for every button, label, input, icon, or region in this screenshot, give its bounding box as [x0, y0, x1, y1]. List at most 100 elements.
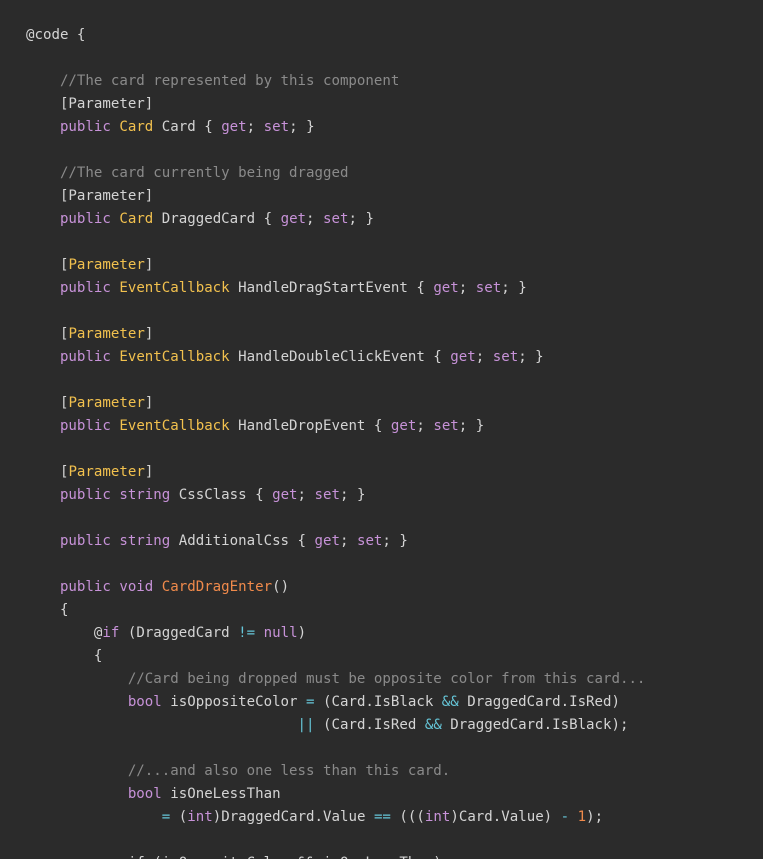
code-line: public EventCallback HandleDoubleClickEv…: [26, 346, 645, 369]
code-token-plain: ; }: [382, 533, 408, 549]
code-token-plain: )Card.Value): [450, 809, 561, 825]
code-token-plain: ; }: [289, 119, 315, 135]
code-token-plain: ]: [144, 257, 154, 273]
code-token-plain: isOneLessThan: [161, 786, 281, 802]
code-token-operator: =: [161, 809, 171, 825]
code-token-keyword: public: [26, 280, 120, 296]
code-line: = (int)DraggedCard.Value == (((int)Card.…: [26, 806, 645, 829]
code-token-keyword: set: [492, 349, 519, 365]
code-token-plain: [Parameter]: [26, 96, 154, 112]
code-token-keyword: public: [26, 211, 120, 227]
code-token-plain: @code {: [26, 27, 86, 43]
code-token-plain: HandleDragStartEvent {: [229, 280, 434, 296]
code-block: @code { //The card represented by this c…: [26, 24, 645, 859]
code-token-plain: DraggedCard.IsRed): [458, 694, 620, 710]
code-token-plain: (Card.IsRed: [314, 717, 425, 733]
code-token-operator: =: [306, 694, 315, 710]
code-token-attribute: Parameter: [68, 326, 145, 342]
code-line: //The card currently being dragged: [26, 162, 645, 185]
code-line: public EventCallback HandleDragStartEven…: [26, 277, 645, 300]
code-token-plain: DraggedCard.IsBlack);: [441, 717, 629, 733]
code-line: [Parameter]: [26, 254, 645, 277]
code-token-method: CardDragEnter: [161, 579, 273, 595]
code-line: @code {: [26, 24, 645, 47]
code-token-type: Card: [119, 119, 154, 135]
code-token-attribute: Parameter: [68, 464, 145, 480]
code-token-plain: ]: [144, 395, 154, 411]
code-token-plain: Card {: [153, 119, 222, 135]
code-token-keyword: bool: [26, 694, 162, 710]
code-token-plain: [Parameter]: [26, 188, 154, 204]
code-token-plain: [: [26, 395, 69, 411]
code-token-keyword: null: [263, 625, 298, 641]
code-token-operator: ||: [297, 717, 315, 733]
code-line: [Parameter]: [26, 185, 645, 208]
code-token-keyword: get: [314, 533, 340, 549]
code-token-plain: DraggedCard {: [153, 211, 281, 227]
code-token-operator: -: [560, 809, 570, 825]
code-token-keyword: int: [424, 809, 451, 825]
code-token-plain: [: [26, 326, 69, 342]
code-token-plain: ; }: [458, 418, 485, 434]
code-token-type: EventCallback: [119, 349, 230, 365]
code-token-operator: &&: [441, 694, 459, 710]
code-token-operator: &&: [424, 717, 442, 733]
code-token-plain: [: [26, 464, 69, 480]
code-token-comment: //The card represented by this component: [26, 73, 400, 89]
code-token-plain: ; }: [340, 487, 366, 503]
code-token-plain: (Card.IsBlack: [314, 694, 442, 710]
code-token-plain: ]: [144, 464, 154, 480]
code-token-plain: ;: [339, 533, 357, 549]
code-token-plain: isOppositeColor: [161, 694, 307, 710]
code-token-keyword: set: [263, 119, 290, 135]
code-line: [Parameter]: [26, 323, 645, 346]
code-token-keyword: if: [102, 625, 120, 641]
code-token-type: Card: [119, 211, 154, 227]
code-token-plain: ;: [306, 211, 324, 227]
code-token-comment: //...and also one less than this card.: [26, 763, 451, 779]
code-token-attribute: Parameter: [68, 257, 145, 273]
code-token-keyword: set: [475, 280, 502, 296]
code-token-keyword: public string: [26, 533, 171, 549]
code-token-plain: {: [26, 602, 69, 618]
code-token-keyword: public void: [26, 579, 162, 595]
code-token-keyword: get: [450, 349, 476, 365]
code-line: if (isOppositeColor && isOneLessThan): [26, 852, 645, 859]
code-line: [Parameter]: [26, 461, 645, 484]
code-token-keyword: public string: [26, 487, 171, 503]
code-token-keyword: public: [26, 119, 120, 135]
code-token-plain: [: [26, 257, 69, 273]
code-token-plain: ;: [475, 349, 493, 365]
code-token-attribute: Parameter: [68, 395, 145, 411]
code-token-plain: {: [26, 648, 103, 664]
code-token-plain: ; }: [518, 349, 544, 365]
code-line: {: [26, 599, 645, 622]
code-line: public string CssClass { get; set; }: [26, 484, 645, 507]
code-token-keyword: set: [323, 211, 349, 227]
code-token-plain: ): [297, 625, 307, 641]
code-token-type: EventCallback: [119, 418, 230, 434]
code-token-plain: ;: [416, 418, 434, 434]
code-line: bool isOneLessThan: [26, 783, 645, 806]
code-token-keyword: set: [356, 533, 383, 549]
code-token-keyword: get: [221, 119, 247, 135]
code-token-comment: //The card currently being dragged: [26, 165, 349, 181]
code-token-keyword: get: [280, 211, 307, 227]
code-token-keyword: int: [187, 809, 213, 825]
code-token-plain: )DraggedCard.Value: [212, 809, 374, 825]
code-token-keyword: get: [272, 487, 298, 503]
code-line: {: [26, 645, 645, 668]
code-token-plain: @: [26, 625, 103, 641]
code-token-keyword: public: [26, 418, 120, 434]
code-token-plain: HandleDropEvent {: [229, 418, 391, 434]
